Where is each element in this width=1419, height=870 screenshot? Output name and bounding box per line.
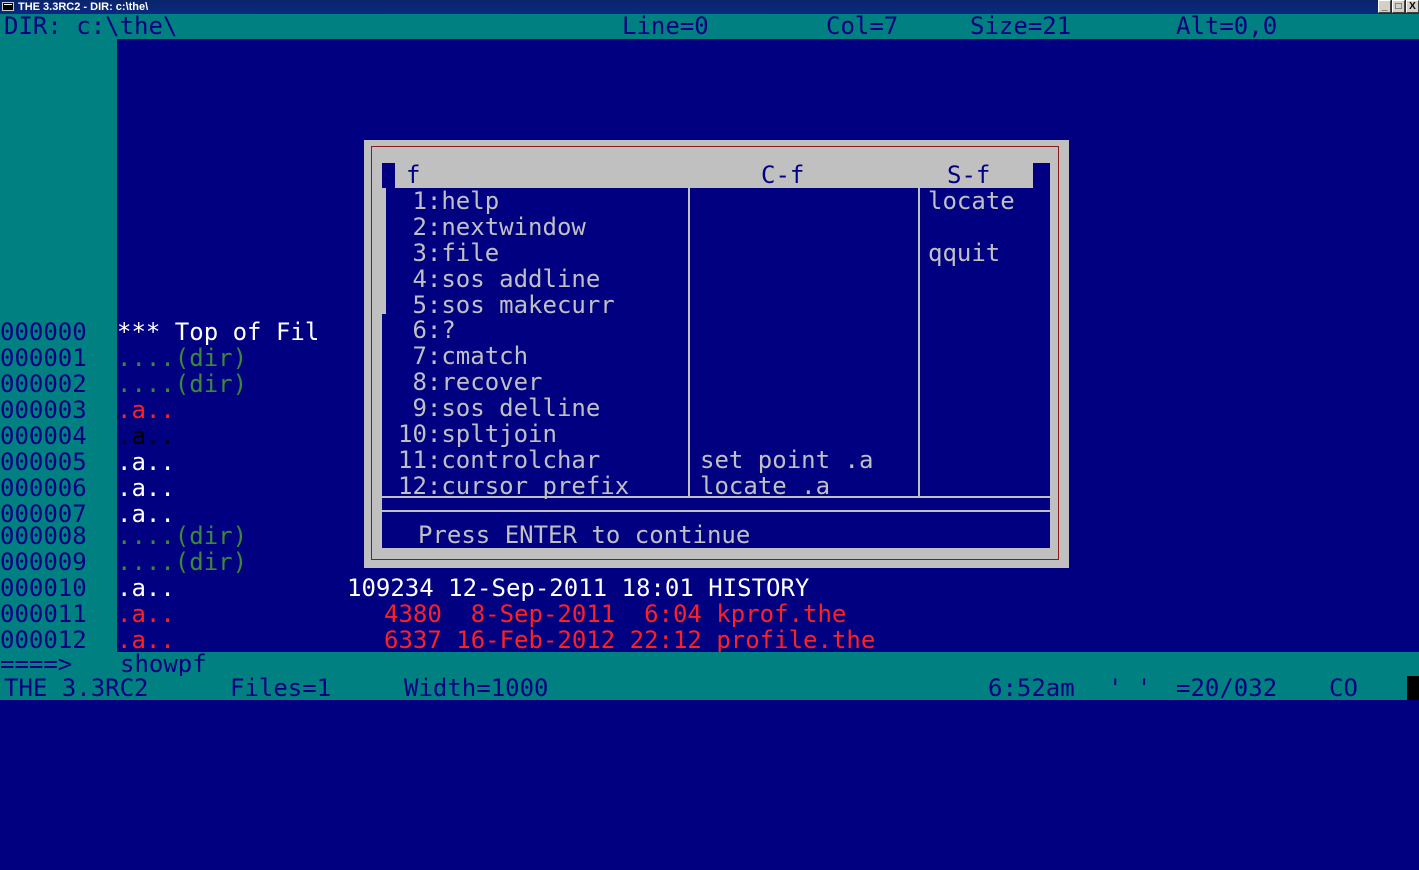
- line-text[interactable]: ....(dir): [117, 523, 247, 549]
- header-f: f: [406, 161, 421, 189]
- line-text[interactable]: .a..: [117, 601, 175, 627]
- dialog-divider: [382, 496, 1050, 498]
- line-prefix[interactable]: 000001: [0, 345, 117, 371]
- line-prefix[interactable]: 000010: [0, 575, 117, 601]
- header-left-block: [382, 163, 395, 188]
- width-setting: Width=1000: [404, 674, 549, 702]
- line-text[interactable]: .a..: [117, 449, 175, 475]
- scroll-indicator: [382, 188, 386, 314]
- fkey-row-f: 5:sos makecurr: [398, 291, 615, 319]
- line-prefix[interactable]: 000006: [0, 475, 117, 501]
- fkey-row-f: 3:file: [398, 239, 500, 267]
- header-right-block: [1033, 163, 1050, 188]
- line-prefix[interactable]: 000003: [0, 397, 117, 423]
- status-line-number: Line=0: [622, 12, 709, 40]
- fkey-row-f: 9:sos delline: [398, 394, 601, 422]
- fkey-row-f: 11:controlchar: [398, 446, 601, 474]
- position-indicator: =20/032: [1176, 674, 1278, 702]
- status-size: Size=21: [970, 12, 1072, 40]
- bottom-status-bar: THE 3.3RC2 Files=1 Width=1000 6:52am ' '…: [0, 676, 1419, 700]
- press-enter-prompt[interactable]: Press ENTER to continue: [418, 522, 750, 548]
- line-file-info[interactable]: 109234 12-Sep-2011 18:01 HISTORY: [347, 575, 809, 601]
- column-divider: [918, 163, 920, 496]
- line-prefix[interactable]: 000005: [0, 449, 117, 475]
- line-text[interactable]: .a..: [117, 397, 175, 423]
- fkey-row-f: 1:help: [398, 187, 500, 215]
- status-column: Col=7: [826, 12, 899, 40]
- window-controls: _ □ X: [1378, 0, 1419, 14]
- line-text[interactable]: .a..: [117, 475, 175, 501]
- line-prefix[interactable]: 000000: [0, 319, 117, 345]
- fkey-row-c-f: set point .a: [700, 446, 874, 474]
- files-count: Files=1: [230, 674, 332, 702]
- command-line[interactable]: ====> showpf: [0, 652, 1419, 676]
- line-prefix[interactable]: 000004: [0, 423, 117, 449]
- line-text[interactable]: ....(dir): [117, 345, 247, 371]
- fkey-row-f: 7:cmatch: [398, 342, 529, 370]
- app-version: THE 3.3RC2: [4, 674, 149, 702]
- column-divider: [688, 163, 690, 496]
- line-prefix[interactable]: 000011: [0, 601, 117, 627]
- mode-indicator: CO: [1329, 674, 1358, 702]
- fkey-row-f: 2:nextwindow: [398, 213, 586, 241]
- fkey-row-f: 10:spltjoin: [398, 420, 557, 448]
- dialog-header: f C-f S-f: [382, 163, 1050, 188]
- line-text[interactable]: *** Top of Fil: [117, 319, 319, 345]
- line-text[interactable]: .a..: [117, 423, 175, 449]
- close-button[interactable]: X: [1406, 0, 1419, 13]
- header-s-f: S-f: [947, 161, 991, 189]
- status-alt: Alt=0,0: [1176, 12, 1278, 40]
- fkey-row-f: 8:recover: [398, 368, 543, 396]
- fkey-row-s-f: qquit: [928, 239, 1001, 267]
- line-prefix[interactable]: 000009: [0, 549, 117, 575]
- command-arrow: ====>: [0, 650, 73, 678]
- line-file-info[interactable]: 6337 16-Feb-2012 22:12 profile.the: [384, 627, 875, 653]
- char-indicator: ' ': [1108, 674, 1152, 702]
- console-app-icon[interactable]: [2, 2, 14, 11]
- fkey-row-f: 4:sos addline: [398, 265, 601, 293]
- status-line: DIR: c:\the\ Line=0 Col=7 Size=21 Alt=0,…: [0, 14, 1419, 39]
- fkey-row-f: 6:?: [398, 316, 456, 344]
- status-dir: DIR: c:\the\: [4, 12, 178, 40]
- minimize-button[interactable]: _: [1378, 0, 1391, 13]
- maximize-button[interactable]: □: [1392, 0, 1405, 13]
- command-input[interactable]: showpf: [120, 652, 207, 676]
- line-prefix[interactable]: 000008: [0, 523, 117, 549]
- prefix-area: [0, 39, 117, 319]
- clock-time: 6:52am: [988, 674, 1075, 702]
- line-text[interactable]: ....(dir): [117, 549, 247, 575]
- line-text[interactable]: ....(dir): [117, 371, 247, 397]
- dialog-divider: [382, 510, 1050, 512]
- line-file-info[interactable]: 4380 8-Sep-2011 6:04 kprof.the: [384, 601, 846, 627]
- header-c-f: C-f: [761, 161, 805, 189]
- line-text[interactable]: .a..: [117, 575, 175, 601]
- fkey-row-s-f: locate: [928, 187, 1015, 215]
- text-cursor: [1407, 676, 1419, 700]
- line-prefix[interactable]: 000002: [0, 371, 117, 397]
